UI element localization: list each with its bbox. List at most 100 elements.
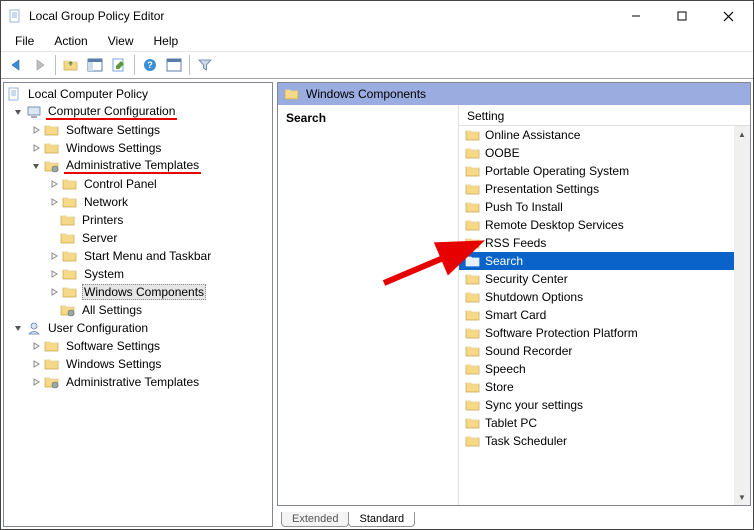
toolbar-separator: [55, 55, 56, 75]
scroll-up-button[interactable]: ▲: [734, 126, 750, 142]
scrollbar[interactable]: ▲ ▼: [734, 126, 750, 505]
help-button[interactable]: ?: [139, 54, 161, 76]
chevron-down-icon[interactable]: [12, 106, 24, 118]
chevron-right-icon[interactable]: [48, 196, 60, 208]
tab-standard[interactable]: Standard: [348, 512, 415, 527]
chevron-right-icon[interactable]: [30, 142, 42, 154]
list-item[interactable]: Portable Operating System: [459, 162, 750, 180]
list-item[interactable]: Security Center: [459, 270, 750, 288]
up-button[interactable]: [60, 54, 82, 76]
tree-uc-administrative-templates[interactable]: Administrative Templates: [4, 373, 272, 391]
list-item[interactable]: Push To Install: [459, 198, 750, 216]
list-item-label: OOBE: [485, 146, 520, 160]
folder-icon: [465, 145, 481, 161]
tree-windows-settings[interactable]: Windows Settings: [4, 139, 272, 157]
list-item-label: Smart Card: [485, 308, 546, 322]
chevron-right-icon[interactable]: [48, 250, 60, 262]
folder-icon: [465, 235, 481, 251]
column-header-setting[interactable]: Setting: [459, 105, 750, 126]
tree-control-panel[interactable]: Control Panel: [4, 175, 272, 193]
list-item-label: Store: [485, 380, 514, 394]
list-item[interactable]: Software Protection Platform: [459, 324, 750, 342]
tab-extended[interactable]: Extended: [281, 512, 349, 527]
chevron-right-icon[interactable]: [48, 178, 60, 190]
list-item[interactable]: Smart Card: [459, 306, 750, 324]
chevron-right-icon[interactable]: [30, 376, 42, 388]
tabs: Extended Standard: [277, 505, 751, 527]
folder-icon: [44, 122, 60, 138]
list-item[interactable]: Remote Desktop Services: [459, 216, 750, 234]
tree-windows-components[interactable]: Windows Components: [4, 283, 272, 301]
tree-printers[interactable]: Printers: [4, 211, 272, 229]
tree-label: Windows Settings: [64, 141, 163, 155]
chevron-right-icon[interactable]: [48, 268, 60, 280]
menubar: File Action View Help: [1, 31, 753, 51]
tree-start-menu-taskbar[interactable]: Start Menu and Taskbar: [4, 247, 272, 265]
folder-icon: [465, 361, 481, 377]
menu-action[interactable]: Action: [44, 33, 97, 49]
menu-view[interactable]: View: [98, 33, 144, 49]
filter-button[interactable]: [194, 54, 216, 76]
chevron-right-icon[interactable]: [48, 286, 60, 298]
close-button[interactable]: [705, 1, 751, 31]
details-summary: Search: [278, 105, 458, 505]
tree-administrative-templates[interactable]: Administrative Templates: [4, 157, 272, 175]
tree-user-configuration[interactable]: User Configuration: [4, 319, 272, 337]
tree-uc-software-settings[interactable]: Software Settings: [4, 337, 272, 355]
list-item[interactable]: Search: [459, 252, 750, 270]
settings-list[interactable]: Online Assistance OOBE Portable Operating …: [459, 126, 750, 505]
tree-root[interactable]: Local Computer Policy: [4, 85, 272, 103]
scroll-down-button[interactable]: ▼: [734, 489, 750, 505]
folder-icon: [44, 356, 60, 372]
folder-icon: [62, 194, 78, 210]
chevron-right-icon[interactable]: [30, 358, 42, 370]
list-item-label: RSS Feeds: [485, 236, 546, 250]
list-item-label: Search: [485, 254, 523, 268]
chevron-down-icon[interactable]: [30, 160, 42, 172]
menu-file[interactable]: File: [5, 33, 44, 49]
list-item[interactable]: Online Assistance: [459, 126, 750, 144]
tree-software-settings[interactable]: Software Settings: [4, 121, 272, 139]
chevron-right-icon[interactable]: [30, 124, 42, 136]
tree-uc-windows-settings[interactable]: Windows Settings: [4, 355, 272, 373]
options-button[interactable]: [163, 54, 185, 76]
tree-label: Start Menu and Taskbar: [82, 249, 213, 263]
list-item[interactable]: Sound Recorder: [459, 342, 750, 360]
tree-server[interactable]: Server: [4, 229, 272, 247]
folder-icon: [465, 271, 481, 287]
tree-pane[interactable]: Local Computer Policy Computer Configura…: [3, 82, 273, 527]
properties-button[interactable]: [108, 54, 130, 76]
right-inner: Windows Components Search Setting Online…: [277, 82, 751, 506]
tree-label: User Configuration: [46, 321, 150, 335]
list-item[interactable]: Tablet PC: [459, 414, 750, 432]
maximize-button[interactable]: [659, 1, 705, 31]
list-item[interactable]: Speech: [459, 360, 750, 378]
list-item[interactable]: Sync your settings: [459, 396, 750, 414]
tree-all-settings[interactable]: All Settings: [4, 301, 272, 319]
list-item-label: Task Scheduler: [485, 434, 567, 448]
forward-button[interactable]: [29, 54, 51, 76]
tree-system[interactable]: System: [4, 265, 272, 283]
show-hide-tree-button[interactable]: [84, 54, 106, 76]
list-item[interactable]: Task Scheduler: [459, 432, 750, 450]
folder-icon: [465, 379, 481, 395]
folder-icon: [284, 86, 300, 102]
content: Local Computer Policy Computer Configura…: [1, 79, 753, 529]
tree-computer-configuration[interactable]: Computer Configuration: [4, 103, 272, 121]
pc-icon: [26, 104, 42, 120]
chevron-down-icon[interactable]: [12, 322, 24, 334]
list-item[interactable]: OOBE: [459, 144, 750, 162]
back-button[interactable]: [5, 54, 27, 76]
chevron-right-icon[interactable]: [30, 340, 42, 352]
details-title: Search: [286, 111, 326, 125]
list-item[interactable]: Presentation Settings: [459, 180, 750, 198]
list-item[interactable]: RSS Feeds: [459, 234, 750, 252]
list-item[interactable]: Store: [459, 378, 750, 396]
folder-gear-icon: [44, 374, 60, 390]
minimize-button[interactable]: [613, 1, 659, 31]
menu-help[interactable]: Help: [144, 33, 189, 49]
folder-icon: [62, 284, 78, 300]
tree-network[interactable]: Network: [4, 193, 272, 211]
list-item[interactable]: Shutdown Options: [459, 288, 750, 306]
tree-label: All Settings: [80, 303, 144, 317]
